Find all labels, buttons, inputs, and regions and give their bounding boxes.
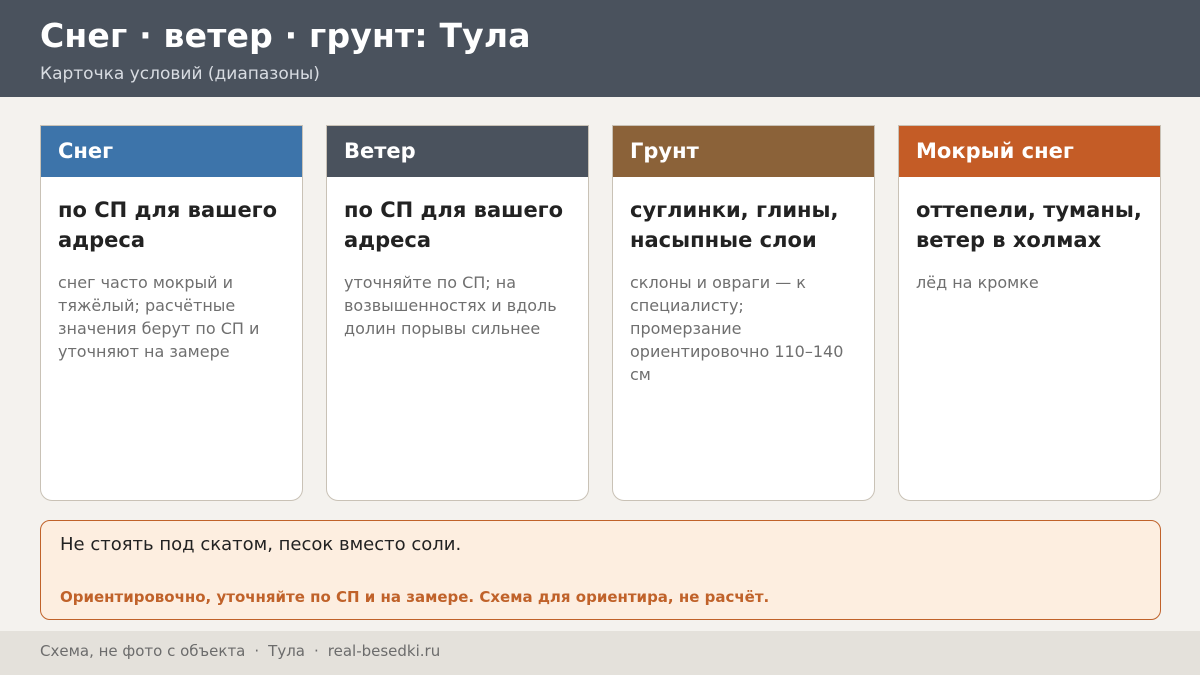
card-wind-title: Ветер	[327, 126, 588, 177]
page-header: Снег · ветер · грунт: Тула Карточка усло…	[0, 0, 1200, 97]
page-subtitle: Карточка условий (диапазоны)	[40, 64, 320, 84]
footer-separator: ·	[313, 642, 319, 660]
card-wind: Ветер по СП для вашего адреса уточняйте …	[326, 125, 589, 501]
footer-city: Тула	[268, 642, 305, 660]
page-title: Снег · ветер · грунт: Тула	[40, 16, 531, 55]
page-footer: Схема, не фото с объекта · Тула · real-besed…	[0, 631, 1200, 675]
card-snow-main: по СП для вашего адреса	[58, 198, 278, 252]
card-soil-main: суглинки, глины, насыпные слои	[630, 198, 839, 252]
condition-cards: Снег по СП для вашего адреса снег часто …	[40, 125, 1161, 501]
card-wind-note: уточняйте по СП; на возвышенностях и вдо…	[344, 273, 557, 338]
advice-banner: Не стоять под скатом, песок вместо соли.…	[40, 520, 1161, 620]
advice-text: Не стоять под скатом, песок вместо соли.	[60, 534, 462, 555]
card-snow-title: Снег	[41, 126, 302, 177]
footer-separator: ·	[254, 642, 260, 660]
card-wet-snow: Мокрый снег оттепели, туманы, ветер в хо…	[898, 125, 1161, 501]
card-wind-main: по СП для вашего адреса	[344, 198, 564, 252]
card-wet-snow-title: Мокрый снег	[899, 126, 1160, 177]
card-snow: Снег по СП для вашего адреса снег часто …	[40, 125, 303, 501]
footer-site-link[interactable]: real-besedki.ru	[328, 642, 440, 660]
card-snow-note: снег часто мокрый и тяжёлый; расчётные з…	[58, 273, 260, 361]
card-soil-note: склоны и овраги — к специалисту; промерз…	[630, 273, 844, 384]
card-soil: Грунт суглинки, глины, насыпные слои скл…	[612, 125, 875, 501]
card-wet-snow-note: лёд на кромке	[916, 273, 1039, 292]
card-soil-title: Грунт	[613, 126, 874, 177]
footer-note: Схема, не фото с объекта	[40, 642, 246, 660]
card-wet-snow-main: оттепели, туманы, ветер в холмах	[916, 198, 1142, 252]
disclaimer-text: Ориентировочно, уточняйте по СП и на зам…	[60, 588, 770, 606]
